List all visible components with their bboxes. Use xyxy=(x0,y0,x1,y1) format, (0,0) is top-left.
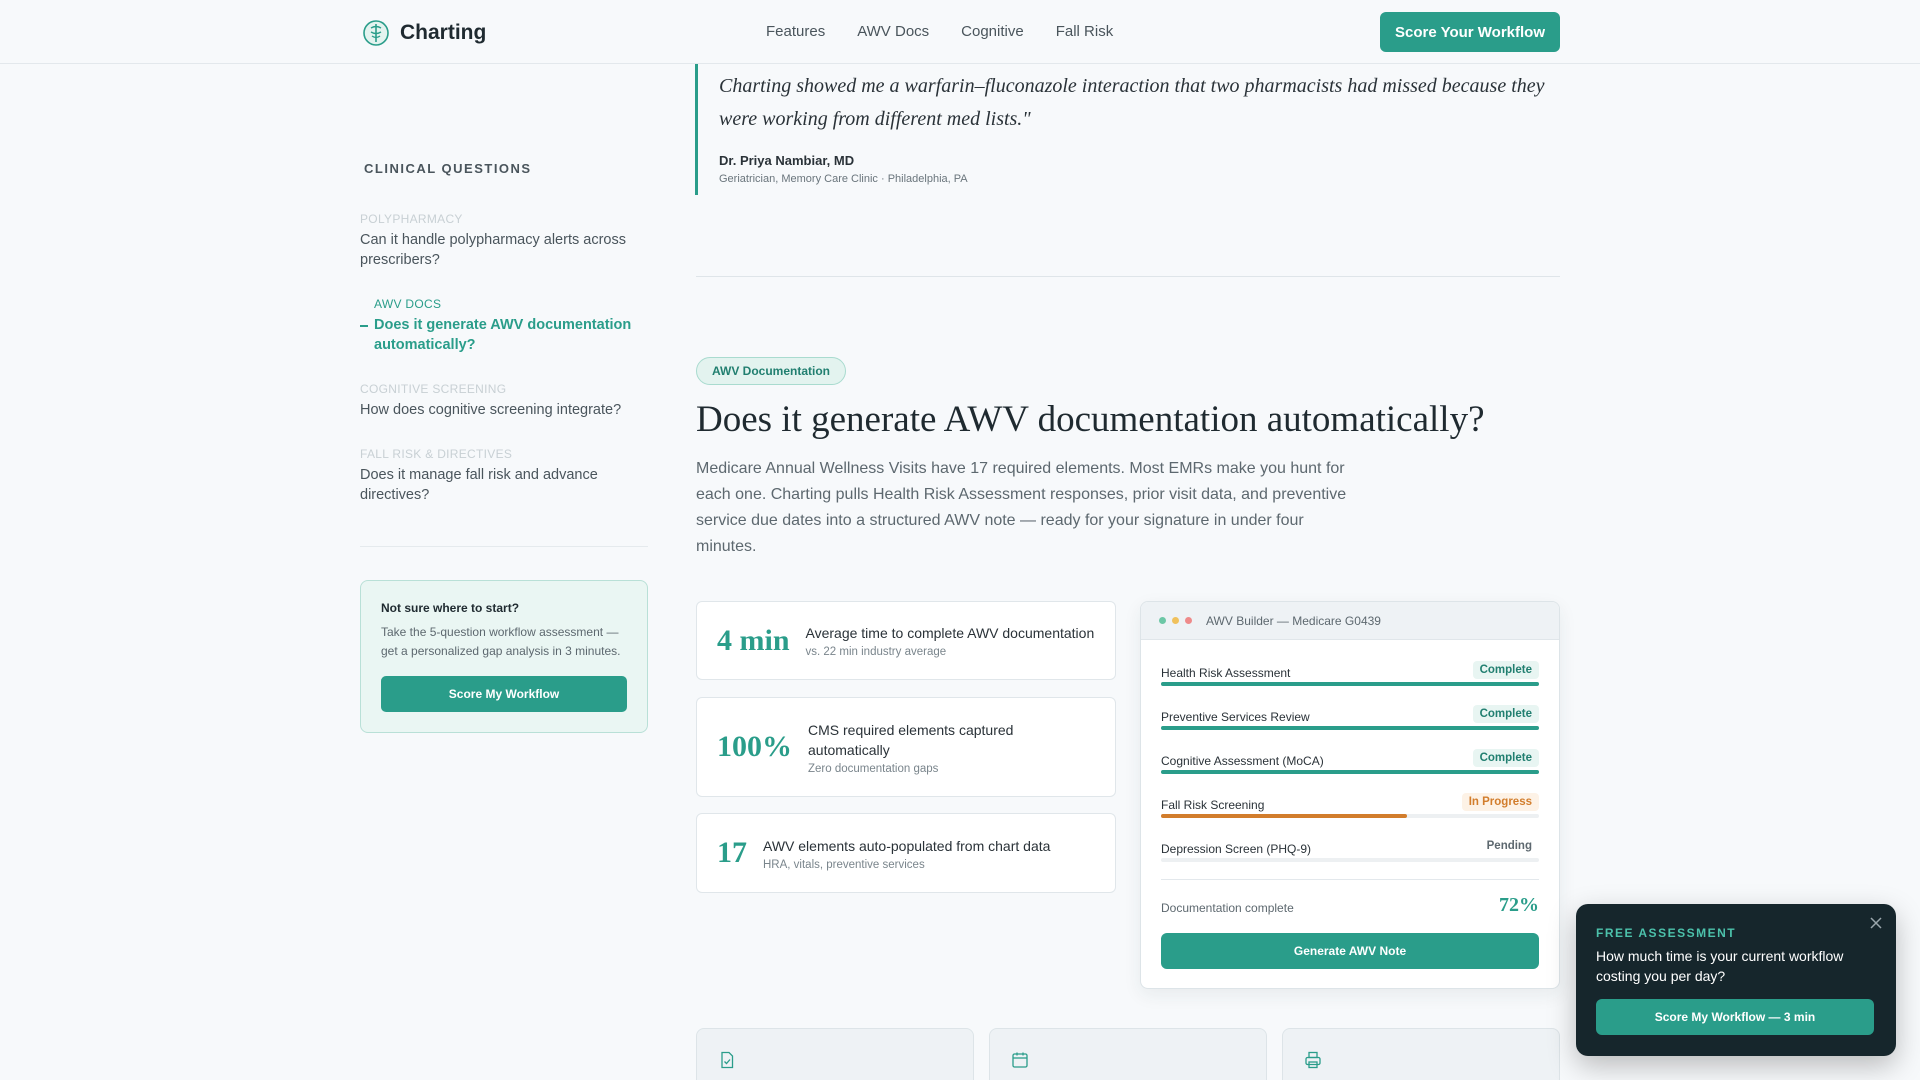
awv-builder-panel: AWV Builder — Medicare G0439 Health Risk… xyxy=(1140,601,1560,989)
documentation-complete-label: Documentation complete xyxy=(1161,901,1294,915)
section-title: Does it generate AWV documentation autom… xyxy=(696,399,1485,440)
stat-sub: HRA, vitals, preventive services xyxy=(763,858,925,871)
progress-track xyxy=(1161,726,1539,730)
progress-track xyxy=(1161,814,1539,818)
sidebar-item-question: How does cognitive screening integrate? xyxy=(360,402,622,418)
sidebar-item-question: Does it manage fall risk and advance dir… xyxy=(360,467,598,503)
assessment-card: Not sure where to start? Take the 5-ques… xyxy=(360,580,648,733)
assessment-popup: FREE ASSESSMENT How much time is your cu… xyxy=(1576,904,1896,1056)
progress-fill xyxy=(1161,726,1539,730)
generate-awv-note-button[interactable]: Generate AWV Note xyxy=(1161,933,1539,969)
checklist-item-name: Fall Risk Screening xyxy=(1161,798,1265,812)
sidebar-item-awv-docs[interactable]: AWV DOCS Does it generate AWV documentat… xyxy=(374,297,650,355)
score-my-workflow-button[interactable]: Score My Workflow xyxy=(381,676,627,712)
popup-question: How much time is your current workflow c… xyxy=(1596,948,1844,984)
calendar-icon xyxy=(1012,1052,1028,1068)
close-icon[interactable] xyxy=(1869,916,1883,930)
assessment-card-desc: Take the 5-question workflow assessment … xyxy=(381,625,621,658)
feature-card[interactable] xyxy=(989,1028,1267,1080)
window-dot-green xyxy=(1159,617,1166,624)
sidebar-item-polypharmacy[interactable]: POLYPHARMACY Can it handle polypharmacy … xyxy=(360,212,650,270)
testimonial-quote: Charting showed me a warfarin–fluconazol… xyxy=(719,75,1545,130)
sidebar-divider xyxy=(360,546,648,547)
printer-icon xyxy=(1305,1051,1321,1069)
sidebar-item-question: Can it handle polypharmacy alerts across… xyxy=(360,232,626,268)
checklist-row: Cognitive Assessment (MoCA) Complete xyxy=(1161,749,1539,774)
main-nav: Features AWV Docs Cognitive Fall Risk xyxy=(766,23,1113,40)
panel-titlebar: AWV Builder — Medicare G0439 xyxy=(1141,602,1559,640)
checklist-item-name: Health Risk Assessment xyxy=(1161,666,1291,680)
caduceus-logo-icon xyxy=(363,20,389,46)
section-pill: AWV Documentation xyxy=(696,357,847,385)
progress-track xyxy=(1161,770,1539,774)
window-dot-red xyxy=(1185,617,1192,624)
active-indicator xyxy=(360,325,368,327)
progress-fill xyxy=(1161,814,1407,818)
window-dot-yellow xyxy=(1172,617,1179,624)
nav-awv-docs[interactable]: AWV Docs xyxy=(857,23,929,40)
checklist-item-name: Depression Screen (PHQ-9) xyxy=(1161,842,1312,856)
nav-features[interactable]: Features xyxy=(766,23,825,40)
sidebar-item-fall-risk[interactable]: FALL RISK & DIRECTIVES Does it manage fa… xyxy=(360,447,650,505)
sidebar-title: CLINICAL QUESTIONS xyxy=(364,161,532,176)
section-description: Medicare Annual Wellness Visits have 17 … xyxy=(696,460,1347,555)
brand[interactable]: Charting xyxy=(362,19,486,47)
status-badge: Pending xyxy=(1486,840,1532,852)
score-your-workflow-button[interactable]: Score Your Workflow xyxy=(1380,12,1560,52)
panel-divider xyxy=(1161,879,1539,880)
brand-name: Charting xyxy=(400,21,487,44)
status-badge: Complete xyxy=(1472,661,1539,679)
checklist-item-name: Preventive Services Review xyxy=(1161,710,1310,724)
nav-fall-risk[interactable]: Fall Risk xyxy=(1056,23,1114,40)
progress-track xyxy=(1161,682,1539,686)
status-badge: Complete xyxy=(1472,749,1539,767)
sidebar-item-cognitive-screening[interactable]: COGNITIVE SCREENING How does cognitive s… xyxy=(360,382,650,420)
sidebar-item-category: COGNITIVE SCREENING xyxy=(360,382,507,396)
testimonial-role: Geriatrician, Memory Care Clinic · Phila… xyxy=(719,173,968,185)
stat-sub: Zero documentation gaps xyxy=(808,762,939,775)
checklist-row: Depression Screen (PHQ-9) Pending xyxy=(1161,840,1539,862)
stat-number: 17 xyxy=(717,836,747,869)
status-badge: Complete xyxy=(1472,705,1539,723)
progress-fill xyxy=(1161,682,1539,686)
sidebar-item-category: AWV DOCS xyxy=(374,297,442,311)
document-check-icon xyxy=(721,1051,734,1069)
stat-label: CMS required elements captured automatic… xyxy=(808,721,1014,758)
assessment-card-title: Not sure where to start? xyxy=(381,601,520,615)
feature-card[interactable] xyxy=(1282,1028,1560,1080)
stat-label: Average time to complete AWV documentati… xyxy=(805,625,1095,641)
checklist-row: Fall Risk Screening In Progress xyxy=(1161,793,1539,818)
site-header: Charting Features AWV Docs Cognitive Fal… xyxy=(0,0,1920,64)
popup-label: FREE ASSESSMENT xyxy=(1596,926,1737,940)
stat-label: AWV elements auto-populated from chart d… xyxy=(763,837,1051,854)
checklist-row: Health Risk Assessment Complete xyxy=(1161,661,1539,686)
feature-card[interactable] xyxy=(696,1028,974,1080)
documentation-complete-percent: 72% xyxy=(1499,894,1539,916)
stat-card: 4 min Average time to complete AWV docum… xyxy=(696,601,1116,680)
nav-cognitive[interactable]: Cognitive xyxy=(961,23,1024,40)
popup-score-button[interactable]: Score My Workflow — 3 min xyxy=(1596,999,1874,1035)
stat-card: 17 AWV elements auto-populated from char… xyxy=(696,813,1116,893)
stat-number: 100% xyxy=(717,730,792,763)
progress-fill xyxy=(1161,770,1539,774)
status-badge: In Progress xyxy=(1461,793,1539,811)
stat-card: 100% CMS required elements captured auto… xyxy=(696,697,1116,797)
panel-title: AWV Builder — Medicare G0439 xyxy=(1206,613,1381,628)
quote-accent-bar xyxy=(695,64,698,195)
stat-number: 4 min xyxy=(717,623,790,657)
sidebar-item-question: Does it generate AWV documentation autom… xyxy=(374,317,632,353)
section-divider xyxy=(696,276,1560,277)
stat-sub: vs. 22 min industry average xyxy=(805,646,947,658)
sidebar-item-category: POLYPHARMACY xyxy=(360,212,463,226)
checklist-item-name: Cognitive Assessment (MoCA) xyxy=(1161,754,1324,768)
checklist-row: Preventive Services Review Complete xyxy=(1161,705,1539,730)
sidebar-item-category: FALL RISK & DIRECTIVES xyxy=(360,447,513,461)
progress-track xyxy=(1161,858,1539,862)
testimonial-author: Dr. Priya Nambiar, MD xyxy=(719,153,855,168)
